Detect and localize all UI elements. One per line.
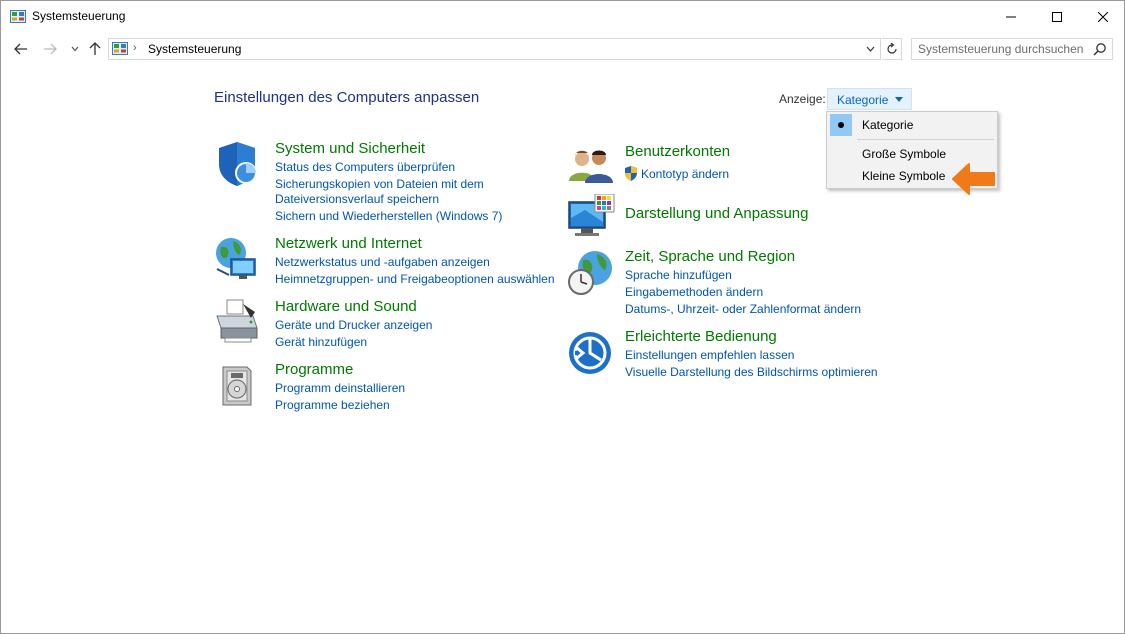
title-bar: Systemsteuerung — [1, 1, 1124, 32]
category-title[interactable]: Benutzerkonten — [625, 143, 730, 160]
menu-item-kategorie[interactable]: Kategorie — [828, 114, 996, 136]
printer-icon[interactable] — [213, 298, 261, 346]
minimize-button[interactable] — [988, 1, 1034, 32]
category-ease-of-access: Erleichterte Bedienung Einstellungen emp… — [567, 328, 887, 379]
category-title[interactable]: Erleichterte Bedienung — [625, 328, 777, 345]
address-dropdown-button[interactable] — [862, 41, 878, 57]
link-devices-printers[interactable]: Geräte und Drucker anzeigen — [275, 318, 432, 332]
navigation-bar: › Systemsteuerung — [1, 32, 1124, 65]
control-panel-app-icon — [10, 10, 26, 23]
back-button[interactable] — [12, 40, 30, 58]
view-select[interactable]: Kategorie — [827, 88, 912, 110]
arrow-up-icon — [89, 42, 101, 55]
bullet-icon — [838, 122, 844, 128]
search-box[interactable] — [911, 38, 1113, 60]
minimize-icon — [1006, 16, 1016, 17]
monitor-palette-icon[interactable] — [567, 194, 615, 242]
category-time-language-region: Zeit, Sprache und Region Sprache hinzufü… — [567, 248, 887, 318]
category-hardware-sound: Hardware und Sound Geräte und Drucker an… — [213, 298, 563, 349]
category-programs: Programme Programm deinstallieren Progra… — [213, 361, 563, 412]
chevron-down-icon — [71, 46, 79, 52]
category-title[interactable]: Darstellung und Anpassung — [625, 205, 808, 222]
breadcrumb-separator-icon: › — [133, 42, 137, 54]
clock-globe-icon[interactable] — [567, 248, 615, 296]
link-change-account-type[interactable]: Kontotyp ändern — [641, 167, 729, 181]
view-select-value: Kategorie — [837, 93, 889, 107]
category-appearance: Darstellung und Anpassung — [567, 194, 887, 242]
category-title[interactable]: System und Sicherheit — [275, 140, 425, 157]
orange-arrow-icon — [952, 163, 995, 195]
link-backup[interactable]: Sicherungskopien von Dateien mit dem — [275, 177, 484, 191]
forward-button[interactable] — [41, 40, 59, 58]
arrow-right-icon — [44, 43, 57, 55]
link-backup-restore[interactable]: Sichern und Wiederherstellen (Windows 7) — [275, 209, 502, 223]
close-button[interactable] — [1080, 1, 1124, 32]
view-label: Anzeige: — [779, 92, 826, 106]
link-add-language[interactable]: Sprache hinzufügen — [625, 268, 732, 282]
close-icon — [1098, 11, 1108, 22]
category-system-security: System und Sicherheit Status des Compute… — [213, 140, 563, 230]
link-date-time-format[interactable]: Datums-, Uhrzeit- oder Zahlenformat ände… — [625, 302, 861, 316]
maximize-icon — [1052, 11, 1062, 22]
link-optimize-display[interactable]: Visuelle Darstellung des Bildschirms opt… — [625, 365, 878, 379]
category-network-internet: Netzwerk und Internet Netzwerkstatus und… — [213, 235, 563, 286]
maximize-button[interactable] — [1034, 1, 1080, 32]
link-status[interactable]: Status des Computers überprüfen — [275, 160, 455, 174]
link-input-methods[interactable]: Eingabemethoden ändern — [625, 285, 763, 299]
shield-icon[interactable] — [213, 140, 261, 188]
link-network-status[interactable]: Netzwerkstatus und -aufgaben anzeigen — [275, 255, 490, 269]
category-title[interactable]: Programme — [275, 361, 353, 378]
users-icon[interactable] — [567, 143, 615, 191]
search-input[interactable] — [918, 41, 1088, 57]
address-bar[interactable]: › Systemsteuerung — [108, 38, 881, 60]
link-file-history[interactable]: Dateiversionsverlauf speichern — [275, 192, 439, 206]
network-globe-icon[interactable] — [213, 235, 261, 283]
menu-separator — [857, 139, 994, 140]
link-uninstall-program[interactable]: Programm deinstallieren — [275, 381, 405, 395]
up-button[interactable] — [86, 40, 104, 58]
link-add-device[interactable]: Gerät hinzufügen — [275, 335, 367, 349]
arrow-left-icon — [14, 43, 27, 55]
category-user-accounts: Benutzerkonten Kontotyp ändern — [567, 143, 887, 189]
caret-down-icon — [895, 97, 903, 102]
programs-disc-icon[interactable] — [213, 361, 261, 409]
control-panel-icon — [112, 42, 128, 55]
recent-locations-button[interactable] — [66, 40, 84, 58]
refresh-icon — [886, 43, 897, 54]
breadcrumb-systemsteuerung[interactable]: Systemsteuerung — [148, 42, 241, 56]
page-heading: Einstellungen des Computers anpassen — [214, 89, 480, 106]
control-panel-window: Systemsteuerung › Systemsteuerung System… — [0, 0, 1125, 634]
search-icon[interactable] — [1093, 42, 1107, 56]
chevron-down-icon — [866, 46, 874, 52]
category-title[interactable]: Zeit, Sprache und Region — [625, 248, 795, 265]
refresh-button[interactable] — [882, 38, 902, 60]
category-title[interactable]: Netzwerk und Internet — [275, 235, 422, 252]
link-get-programs[interactable]: Programme beziehen — [275, 398, 390, 412]
link-homegroup[interactable]: Heimnetzgruppen- und Freigabeoptionen au… — [275, 272, 555, 286]
uac-shield-icon — [625, 166, 637, 181]
window-title: Systemsteuerung — [32, 9, 126, 23]
ease-of-access-icon[interactable] — [567, 328, 615, 376]
category-title[interactable]: Hardware und Sound — [275, 298, 417, 315]
link-recommend-settings[interactable]: Einstellungen empfehlen lassen — [625, 348, 794, 362]
menu-item-label: Kategorie — [862, 118, 914, 132]
